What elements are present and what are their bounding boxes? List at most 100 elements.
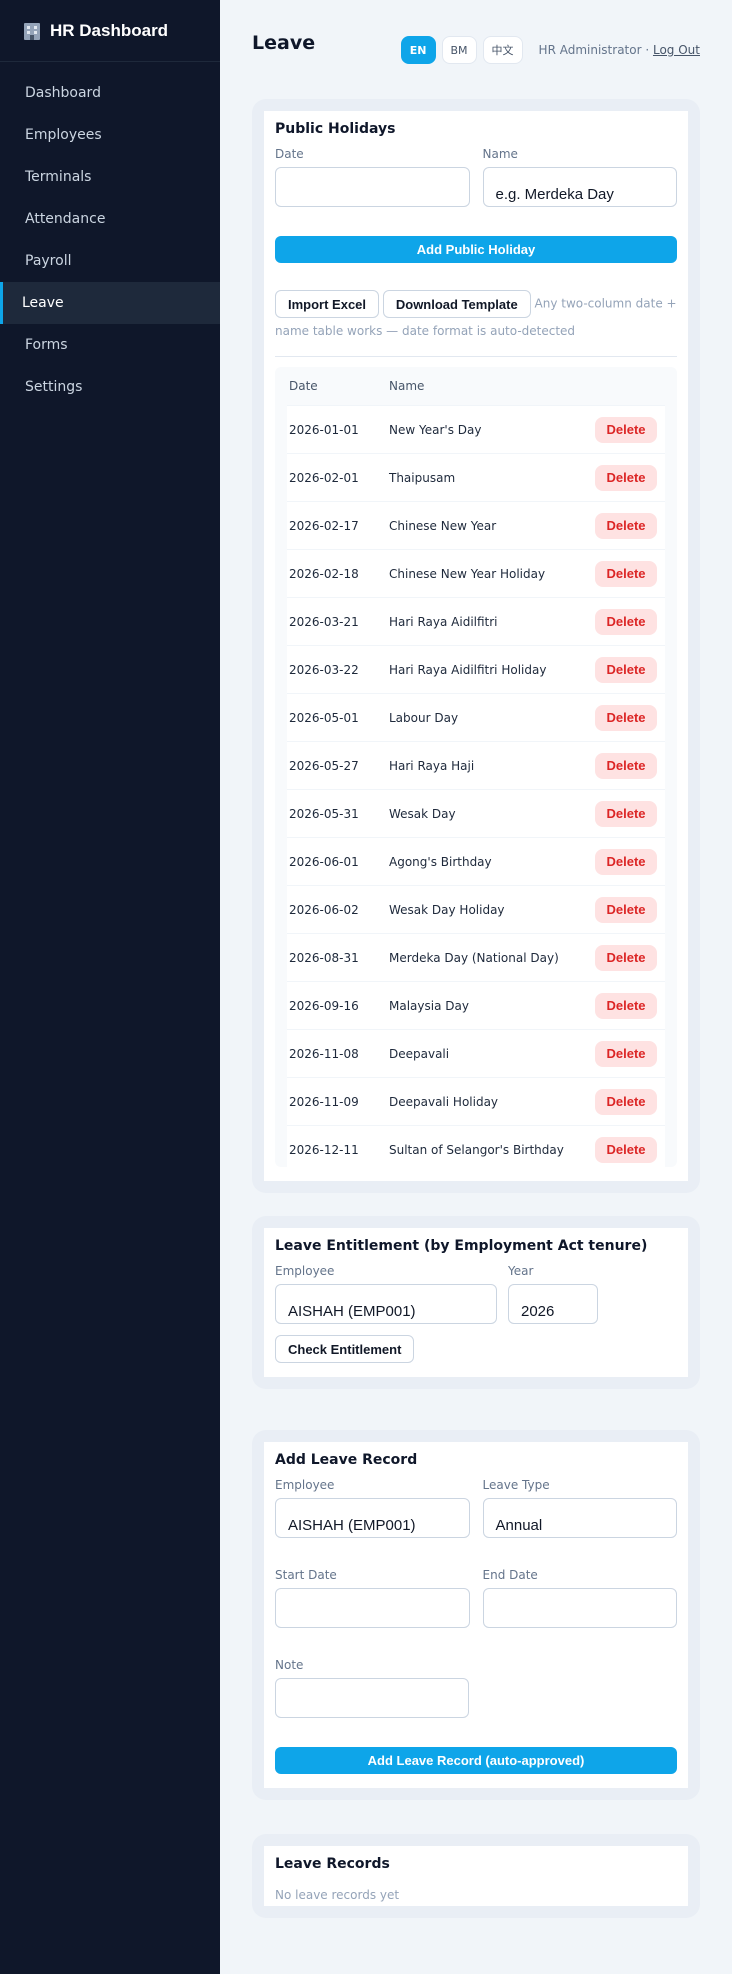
holiday-name: Malaysia Day bbox=[389, 998, 469, 1013]
row-actions: Delete bbox=[593, 512, 665, 539]
holiday-name: Thaipusam bbox=[389, 470, 456, 485]
holidays-table[interactable]: Date Name 2026-01-01 New Year's Day Delete… bbox=[275, 367, 677, 1167]
add-leave-card: Add Leave Record Employee AISHAH (EMP001… bbox=[264, 1442, 688, 1788]
lang-zh-button[interactable]: 中文 bbox=[482, 36, 523, 64]
table-row: 2026-02-17 Chinese New Year Delete bbox=[287, 501, 665, 549]
delete-button[interactable]: Delete bbox=[595, 848, 657, 875]
leave-type-select[interactable]: Annual bbox=[482, 1498, 677, 1538]
sidebar-item-payroll[interactable]: Payroll bbox=[0, 240, 220, 282]
holiday-date: 2026-08-31 bbox=[289, 950, 359, 965]
sidebar-item-settings[interactable]: Settings bbox=[0, 366, 220, 408]
delete-button[interactable]: Delete bbox=[595, 1040, 657, 1067]
row-actions: Delete bbox=[593, 464, 665, 491]
row-actions: Delete bbox=[593, 1088, 665, 1115]
holiday-name: Wesak Day bbox=[389, 806, 456, 821]
lang-en-button[interactable]: EN bbox=[400, 36, 436, 64]
delete-button[interactable]: Delete bbox=[595, 752, 657, 779]
page-title: Leave bbox=[252, 32, 316, 54]
row-actions: Delete bbox=[593, 416, 665, 443]
holiday-date: 2026-02-01 bbox=[289, 470, 359, 485]
column-header-name: Name bbox=[389, 379, 425, 393]
row-actions: Delete bbox=[593, 560, 665, 587]
holiday-date: 2026-05-01 bbox=[289, 710, 359, 725]
sidebar-item-attendance[interactable]: Attendance bbox=[0, 198, 220, 240]
row-actions: Delete bbox=[593, 848, 665, 875]
holiday-name: Hari Raya Aidilfitri Holiday bbox=[389, 662, 547, 677]
sidebar-item-terminals[interactable]: Terminals bbox=[0, 156, 220, 198]
start-date-input[interactable] bbox=[275, 1588, 470, 1628]
sidebar-item-employees[interactable]: Employees bbox=[0, 114, 220, 156]
table-row: 2026-01-01 New Year's Day Delete bbox=[287, 405, 665, 453]
row-actions: Delete bbox=[593, 656, 665, 683]
leave-records-card: Leave Records No leave records yet bbox=[264, 1846, 688, 1906]
table-row: 2026-06-01 Agong's Birthday Delete bbox=[287, 837, 665, 885]
sidebar-item-forms[interactable]: Forms bbox=[0, 324, 220, 366]
leave-employee-label: Employee bbox=[275, 1478, 335, 1492]
table-row: 2026-03-22 Hari Raya Aidilfitri Holiday De… bbox=[287, 645, 665, 693]
holiday-name: Agong's Birthday bbox=[389, 854, 492, 869]
delete-button[interactable]: Delete bbox=[595, 704, 657, 731]
topbar: EN BM 中文 HR Administrator · Log Out bbox=[400, 36, 700, 64]
check-entitlement-button[interactable]: Check Entitlement bbox=[275, 1335, 415, 1363]
public-holidays-card: Public Holidays Date Name e.g. Merdeka D… bbox=[264, 111, 688, 1181]
delete-button[interactable]: Delete bbox=[595, 416, 657, 443]
delete-button[interactable]: Delete bbox=[595, 896, 657, 923]
end-date-label: End Date bbox=[482, 1568, 538, 1582]
table-row: 2026-05-31 Wesak Day Delete bbox=[287, 789, 665, 837]
download-template-button[interactable]: Download Template bbox=[382, 290, 531, 318]
delete-button[interactable]: Delete bbox=[595, 944, 657, 971]
column-header-date: Date bbox=[289, 379, 318, 393]
row-actions: Delete bbox=[593, 800, 665, 827]
add-leave-panel: Add Leave Record Employee AISHAH (EMP001… bbox=[252, 1430, 700, 1800]
leave-records-title: Leave Records bbox=[275, 1856, 390, 1872]
delete-button[interactable]: Delete bbox=[595, 464, 657, 491]
brand-title: HR Dashboard bbox=[50, 20, 169, 40]
table-row: 2026-09-16 Malaysia Day Delete bbox=[287, 981, 665, 1029]
table-row: 2026-11-08 Deepavali Delete bbox=[287, 1029, 665, 1077]
holiday-date: 2026-06-01 bbox=[289, 854, 359, 869]
add-leave-record-button[interactable]: Add Leave Record (auto-approved) bbox=[275, 1747, 677, 1774]
holiday-name: Hari Raya Haji bbox=[389, 758, 475, 773]
brand[interactable]: HR Dashboard bbox=[0, 0, 220, 62]
holiday-name: New Year's Day bbox=[389, 422, 482, 437]
delete-button[interactable]: Delete bbox=[595, 656, 657, 683]
holiday-date: 2026-02-18 bbox=[289, 566, 359, 581]
table-row: 2026-11-09 Deepavali Holiday Delete bbox=[287, 1077, 665, 1125]
delete-button[interactable]: Delete bbox=[595, 608, 657, 635]
row-actions: Delete bbox=[593, 752, 665, 779]
delete-button[interactable]: Delete bbox=[595, 800, 657, 827]
holiday-date-input[interactable] bbox=[275, 167, 470, 207]
holiday-date: 2026-06-02 bbox=[289, 902, 359, 917]
add-public-holiday-button[interactable]: Add Public Holiday bbox=[275, 236, 677, 263]
year-input[interactable]: 2026 bbox=[508, 1284, 598, 1324]
user-info: HR Administrator · Log Out bbox=[539, 43, 700, 57]
building-icon bbox=[24, 22, 40, 40]
logout-link[interactable]: Log Out bbox=[653, 43, 700, 57]
table-row: 2026-05-27 Hari Raya Haji Delete bbox=[287, 741, 665, 789]
delete-button[interactable]: Delete bbox=[595, 512, 657, 539]
delete-button[interactable]: Delete bbox=[595, 560, 657, 587]
holiday-name: Hari Raya Aidilfitri bbox=[389, 614, 498, 629]
table-row: 2026-12-11 Sultan of Selangor's Birthday D… bbox=[287, 1125, 665, 1167]
lang-bm-button[interactable]: BM bbox=[441, 36, 477, 64]
sidebar-item-leave[interactable]: Leave bbox=[0, 282, 220, 324]
entitlement-employee-select[interactable]: AISHAH (EMP001) bbox=[275, 1284, 497, 1324]
holiday-date: 2026-05-31 bbox=[289, 806, 359, 821]
row-actions: Delete bbox=[593, 896, 665, 923]
note-input[interactable] bbox=[275, 1678, 469, 1718]
import-excel-button[interactable]: Import Excel bbox=[275, 290, 380, 318]
delete-button[interactable]: Delete bbox=[595, 1136, 657, 1163]
leave-employee-select[interactable]: AISHAH (EMP001) bbox=[275, 1498, 470, 1538]
leave-type-label: Leave Type bbox=[482, 1478, 550, 1492]
end-date-input[interactable] bbox=[482, 1588, 677, 1628]
sidebar-item-dashboard[interactable]: Dashboard bbox=[0, 72, 220, 114]
user-name: HR Administrator · bbox=[538, 43, 650, 57]
table-row: 2026-02-18 Chinese New Year Holiday Delete bbox=[287, 549, 665, 597]
table-row: 2026-03-21 Hari Raya Aidilfitri Delete bbox=[287, 597, 665, 645]
holiday-name: Deepavali bbox=[389, 1046, 450, 1061]
delete-button[interactable]: Delete bbox=[595, 992, 657, 1019]
row-actions: Delete bbox=[593, 1040, 665, 1067]
public-holidays-panel: Public Holidays Date Name e.g. Merdeka D… bbox=[252, 99, 700, 1193]
holiday-name-input[interactable]: e.g. Merdeka Day bbox=[482, 167, 677, 207]
delete-button[interactable]: Delete bbox=[595, 1088, 657, 1115]
